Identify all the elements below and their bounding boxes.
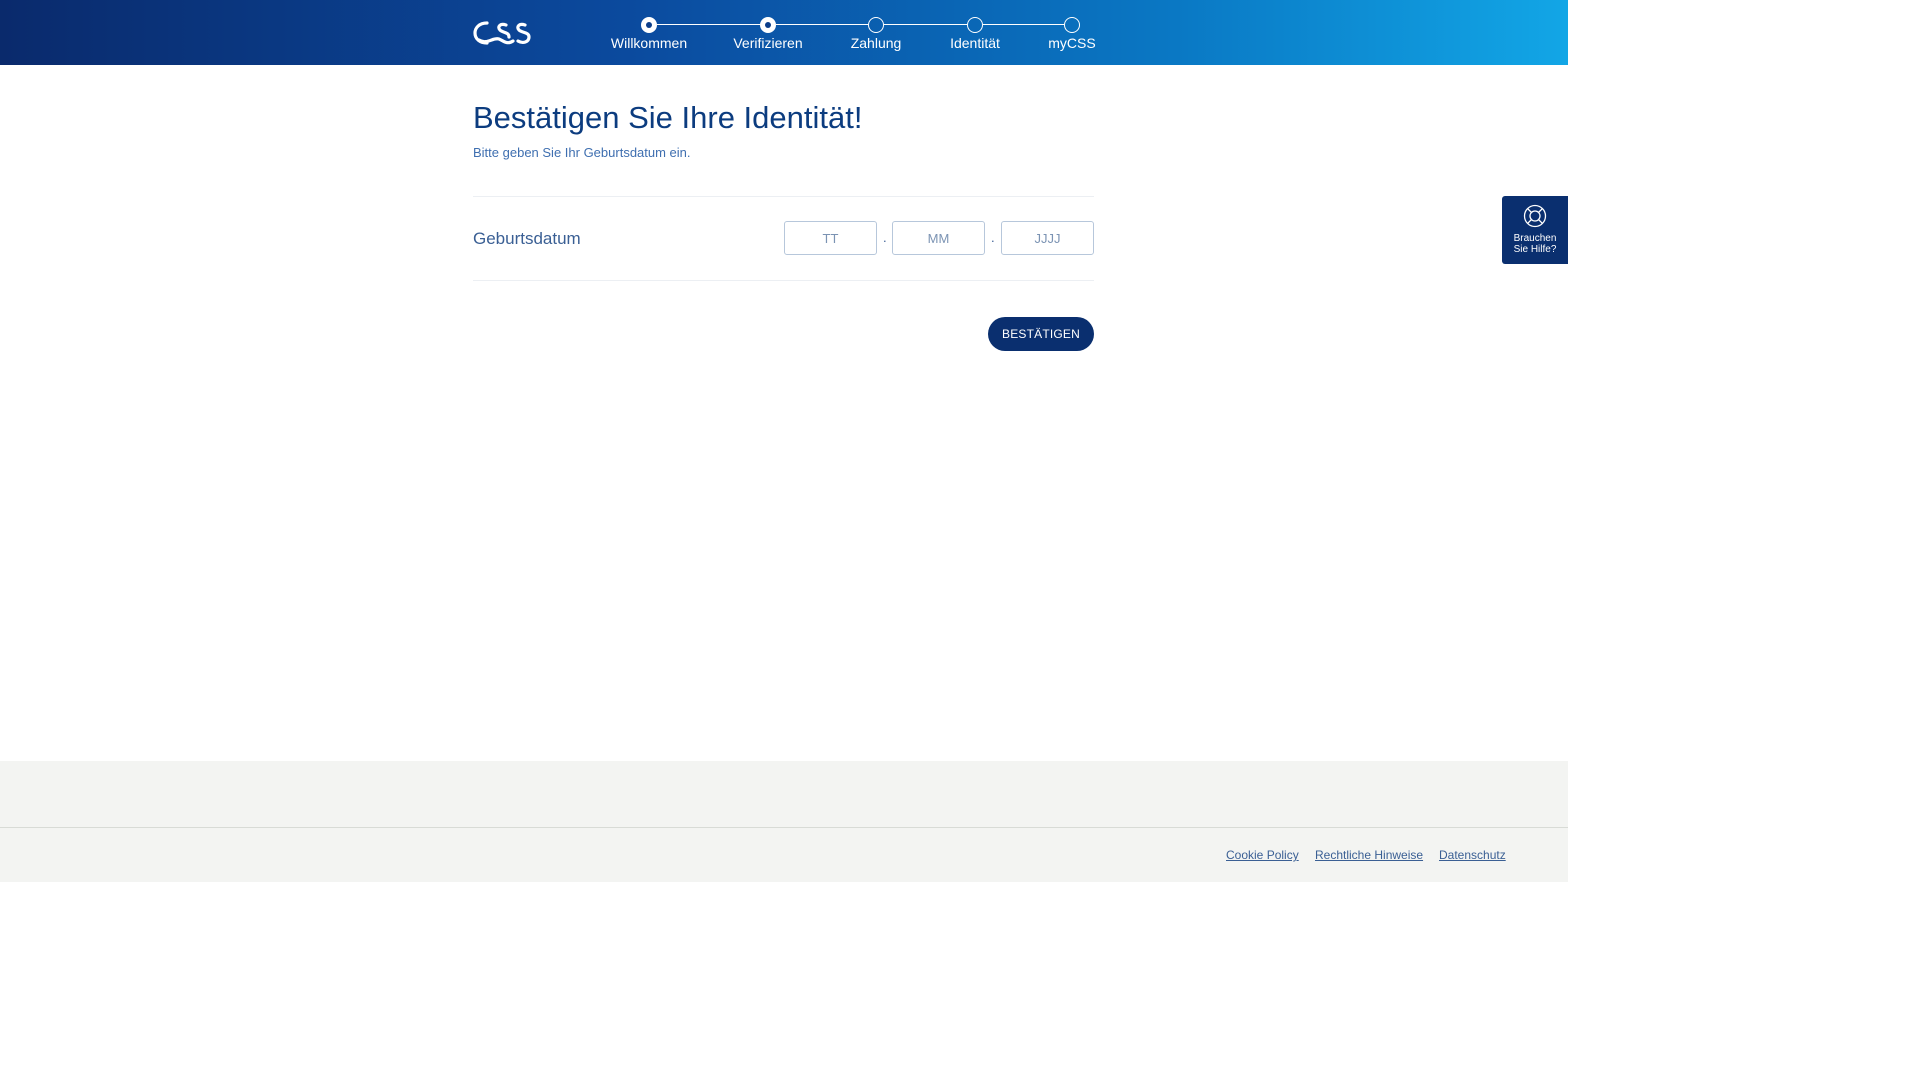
step-label-willkommen: Willkommen	[610, 35, 688, 51]
header-bar: Willkommen Verifizieren Zahlung Identitä…	[0, 0, 1568, 65]
footer-link-privacy[interactable]: Datenschutz	[1439, 848, 1506, 862]
step-dot-zahlung	[868, 17, 884, 33]
date-separator: .	[883, 230, 887, 245]
help-label-line1: Brauchen	[1513, 233, 1557, 244]
css-logo[interactable]	[473, 19, 535, 47]
page-title: Bestätigen Sie Ihre Identität!	[473, 100, 863, 135]
divider-top	[473, 196, 1094, 197]
step-label-zahlung: Zahlung	[850, 35, 902, 51]
footer-link-legal-notice[interactable]: Rechtliche Hinweise	[1315, 848, 1423, 862]
divider-bottom	[473, 280, 1094, 281]
step-connector	[776, 24, 868, 25]
help-button[interactable]: Brauchen Sie Hilfe?	[1502, 196, 1568, 264]
step-dot-willkommen	[641, 17, 657, 33]
birthdate-label: Geburtsdatum	[473, 229, 581, 248]
step-connector	[657, 24, 764, 25]
step-dot-identitaet	[967, 17, 983, 33]
step-dot-mycss	[1064, 17, 1080, 33]
step-dot-verifizieren	[760, 17, 776, 33]
help-label: Brauchen Sie Hilfe?	[1502, 233, 1568, 255]
birthdate-month-input[interactable]	[892, 221, 985, 255]
step-label-mycss: myCSS	[1048, 35, 1096, 51]
step-label-verifizieren: Verifizieren	[733, 35, 803, 51]
confirm-button[interactable]: BESTÄTIGEN	[988, 317, 1094, 351]
lifebuoy-icon	[1523, 204, 1547, 228]
page-subtitle: Bitte geben Sie Ihr Geburtsdatum ein.	[473, 145, 691, 160]
footer-band	[0, 761, 1568, 827]
birthdate-day-input[interactable]	[784, 221, 877, 255]
progress-steps: Willkommen Verifizieren Zahlung Identitä…	[600, 14, 1100, 54]
help-label-line2: Sie Hilfe?	[1513, 244, 1557, 255]
birthdate-year-input[interactable]	[1001, 221, 1094, 255]
step-connector	[884, 24, 967, 25]
step-connector	[983, 24, 1064, 25]
footer-link-cookie-policy[interactable]: Cookie Policy	[1226, 848, 1299, 862]
step-label-identitaet: Identität	[950, 35, 1000, 51]
date-separator: .	[991, 230, 995, 245]
